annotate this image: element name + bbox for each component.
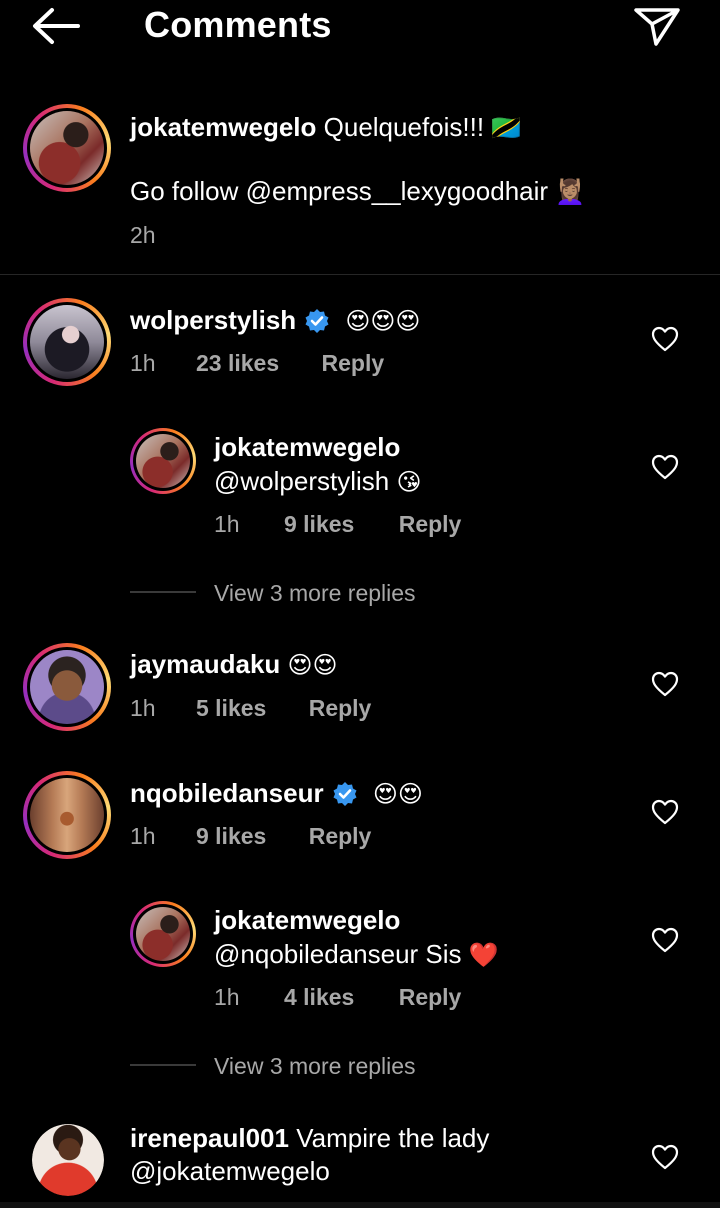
comment-text-row: wolperstylish 😍😍😍 bbox=[130, 303, 420, 338]
comment-text-row: nqobiledanseur 😍😍 bbox=[130, 776, 423, 811]
reply-username: jokatemwegelo bbox=[214, 430, 400, 464]
comment-text: 😍😍 bbox=[287, 651, 338, 679]
comment-meta: 1h 23 likes Reply bbox=[130, 348, 384, 378]
comment-mention[interactable]: @jokatemwegelo bbox=[130, 1154, 330, 1188]
reply-text: @nqobiledanseur Sis bbox=[214, 939, 462, 969]
view-more-replies-button[interactable]: View 3 more replies bbox=[214, 578, 416, 608]
reply-text-row: @nqobiledanseur Sis ❤️ bbox=[214, 937, 499, 972]
view-more-replies-button[interactable]: View 3 more replies bbox=[214, 1051, 416, 1081]
comment-time: 1h bbox=[130, 823, 156, 849]
verified-badge-icon bbox=[305, 309, 329, 333]
comment-likes[interactable]: 23 likes bbox=[196, 350, 279, 376]
comment-text: 😍😍😍 bbox=[345, 307, 421, 335]
reply-meta: 1h 4 likes Reply bbox=[214, 982, 461, 1012]
comment-text-row: jaymaudaku 😍😍 bbox=[130, 647, 338, 682]
comment-text-row: irenepaul001 Vampire the lady bbox=[130, 1121, 489, 1155]
like-heart-icon[interactable] bbox=[651, 927, 679, 953]
comment-time: 1h bbox=[130, 695, 156, 721]
massage-emoji: 💆🏽‍♀️ bbox=[555, 178, 586, 206]
reply-username: jokatemwegelo bbox=[214, 903, 400, 937]
comment-avatar[interactable] bbox=[23, 298, 111, 386]
comment-username[interactable]: irenepaul001 bbox=[130, 1123, 289, 1153]
bottom-bar bbox=[0, 1202, 720, 1208]
caption-text-2: Go follow @empress__lexygoodhair bbox=[130, 176, 549, 206]
divider bbox=[0, 274, 720, 275]
reply-time: 1h bbox=[214, 511, 240, 537]
reply-avatar[interactable] bbox=[130, 901, 196, 967]
caption-text: Quelquefois!!! bbox=[323, 112, 485, 142]
reply-button[interactable]: Reply bbox=[399, 984, 462, 1010]
reply-button[interactable]: Reply bbox=[399, 511, 462, 537]
comment-time: 1h bbox=[130, 350, 156, 376]
view-replies-line bbox=[130, 591, 196, 593]
like-heart-icon[interactable] bbox=[651, 799, 679, 825]
comment-avatar[interactable] bbox=[32, 1124, 104, 1196]
comment-meta: 1h 9 likes Reply bbox=[130, 821, 371, 851]
reply-text: @wolperstylish bbox=[214, 466, 390, 496]
comment-username[interactable]: wolperstylish bbox=[130, 305, 296, 335]
comment-likes[interactable]: 5 likes bbox=[196, 695, 266, 721]
verified-badge-icon bbox=[333, 782, 357, 806]
comment-likes[interactable]: 9 likes bbox=[196, 823, 266, 849]
reply-username-link[interactable]: jokatemwegelo bbox=[214, 905, 400, 935]
reply-button[interactable]: Reply bbox=[309, 823, 372, 849]
comment-meta: 1h 5 likes Reply bbox=[130, 693, 371, 723]
like-heart-icon[interactable] bbox=[651, 326, 679, 352]
caption-line-1: jokatemwegelo Quelquefois!!! 🇹🇿 bbox=[130, 110, 521, 145]
reply-likes[interactable]: 4 likes bbox=[284, 984, 354, 1010]
reply-button[interactable]: Reply bbox=[322, 350, 385, 376]
reply-button[interactable]: Reply bbox=[309, 695, 372, 721]
back-arrow-icon[interactable] bbox=[30, 6, 82, 46]
view-replies-line bbox=[130, 1064, 196, 1066]
reply-likes[interactable]: 9 likes bbox=[284, 511, 354, 537]
caption-time: 2h bbox=[130, 222, 156, 248]
comment-username[interactable]: nqobiledanseur bbox=[130, 778, 324, 808]
reply-time: 1h bbox=[214, 984, 240, 1010]
caption-line-2: Go follow @empress__lexygoodhair 💆🏽‍♀️ bbox=[130, 174, 585, 209]
comment-avatar[interactable] bbox=[23, 643, 111, 731]
reply-avatar[interactable] bbox=[130, 428, 196, 494]
comment-username[interactable]: jaymaudaku bbox=[130, 649, 280, 679]
tanzania-flag-emoji: 🇹🇿 bbox=[491, 114, 522, 142]
like-heart-icon[interactable] bbox=[651, 671, 679, 697]
caption-avatar[interactable] bbox=[23, 104, 111, 192]
comment-text: 😍😍 bbox=[372, 780, 423, 808]
comment-avatar[interactable] bbox=[23, 771, 111, 859]
reply-username-link[interactable]: jokatemwegelo bbox=[214, 432, 400, 462]
kiss-emoji: 😘 bbox=[396, 468, 422, 496]
caption-username[interactable]: jokatemwegelo bbox=[130, 112, 316, 142]
reply-meta: 1h 9 likes Reply bbox=[214, 509, 461, 539]
red-heart-emoji: ❤️ bbox=[468, 941, 499, 969]
like-heart-icon[interactable] bbox=[651, 454, 679, 480]
reply-text-row: @wolperstylish 😘 bbox=[214, 464, 422, 499]
comment-text: Vampire the lady bbox=[296, 1123, 490, 1153]
page-title: Comments bbox=[144, 4, 332, 45]
like-heart-icon[interactable] bbox=[651, 1144, 679, 1170]
send-icon[interactable] bbox=[632, 4, 682, 48]
